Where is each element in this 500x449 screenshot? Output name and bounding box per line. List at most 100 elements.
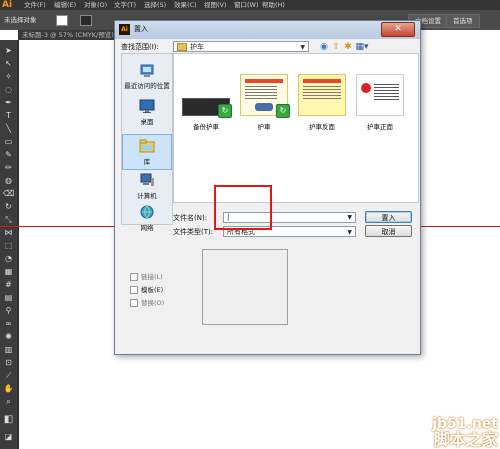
- menu-object[interactable]: 对象(O): [84, 0, 107, 10]
- places-bar: 最近访问的位置 桌面 库 计算机 网络: [121, 53, 173, 232]
- paintbrush-icon[interactable]: ✎: [3, 150, 14, 160]
- thumbnail-text: [303, 86, 341, 100]
- gradient-tool-icon[interactable]: ▤: [3, 293, 14, 303]
- thumbnail-header: [245, 79, 283, 83]
- zoom-tool-icon[interactable]: ⌕: [3, 397, 14, 407]
- file-name: 护車正面: [367, 123, 393, 131]
- close-button[interactable]: ✕: [381, 22, 415, 37]
- chevron-down-icon: ▼: [300, 44, 305, 51]
- hand-tool-icon[interactable]: ✋: [3, 384, 14, 394]
- place-label: 计算机: [137, 192, 157, 200]
- eraser-icon[interactable]: ⌫: [3, 189, 14, 199]
- color-mode-icon[interactable]: ◪: [3, 432, 14, 442]
- type-tool-icon[interactable]: T: [3, 111, 14, 121]
- menu-select[interactable]: 选择(S): [144, 0, 166, 10]
- place-libraries[interactable]: 库: [122, 134, 172, 170]
- illustrator-file-icon: ↻: [218, 104, 232, 118]
- up-folder-icon[interactable]: ⇧: [331, 42, 341, 52]
- symbol-sprayer-icon[interactable]: ✺: [3, 332, 14, 342]
- preview-pane: [202, 249, 288, 325]
- menu-view[interactable]: 视图(V): [204, 0, 227, 10]
- free-transform-icon[interactable]: ⬚: [3, 241, 14, 251]
- place-recent[interactable]: 最近访问的位置: [122, 62, 172, 90]
- site-watermark: jb51.net 脚本之家: [426, 399, 498, 448]
- direct-selection-tool-icon[interactable]: ↖: [3, 59, 14, 69]
- place-dialog: Ai 置入 ✕ 查找范围(I): 护车 ▼ ◉ ⇧ ✱ ▦▾ 最近访问的位置 桌…: [114, 20, 421, 355]
- width-tool-icon[interactable]: ⋈: [3, 228, 14, 238]
- artboard-tool-icon[interactable]: ⊡: [3, 358, 14, 368]
- pencil-icon[interactable]: ✏: [3, 163, 14, 173]
- lasso-icon[interactable]: ◌: [3, 85, 14, 95]
- file-item[interactable]: ↻ 护車: [236, 74, 292, 131]
- folder-icon: [177, 43, 187, 51]
- new-folder-icon[interactable]: ✱: [343, 42, 353, 52]
- menu-file[interactable]: 文件(F): [24, 0, 46, 10]
- filetype-label: 文件类型(T):: [173, 228, 214, 236]
- watermark-domain: jb51.net: [432, 416, 498, 432]
- preferences-button[interactable]: 首选项: [446, 14, 480, 28]
- dialog-titlebar[interactable]: Ai 置入 ✕: [115, 21, 420, 39]
- blend-tool-icon[interactable]: ∞: [3, 319, 14, 329]
- checkbox-box: [130, 286, 138, 294]
- slice-tool-icon[interactable]: ⟋: [3, 371, 14, 381]
- lookin-dropdown[interactable]: 护车 ▼: [173, 41, 309, 52]
- menu-window[interactable]: 窗口(W): [234, 0, 259, 10]
- place-label: 网络: [140, 224, 154, 232]
- dialog-title: 置入: [134, 25, 148, 33]
- libraries-icon: [139, 139, 155, 153]
- scale-tool-icon[interactable]: ⤡: [3, 215, 14, 225]
- file-item[interactable]: ↻ 备份护車: [178, 74, 234, 131]
- shape-builder-icon[interactable]: ◔: [3, 254, 14, 264]
- chevron-down-icon[interactable]: ▼: [347, 213, 352, 222]
- mesh-tool-icon[interactable]: #: [3, 280, 14, 290]
- place-desktop[interactable]: 桌面: [122, 98, 172, 126]
- place-label: 库: [143, 158, 151, 166]
- menu-type[interactable]: 文字(T): [114, 0, 136, 10]
- selection-tool-icon[interactable]: ➤: [3, 46, 14, 56]
- desktop-icon: [139, 99, 155, 113]
- menu-help[interactable]: 帮助(H): [262, 0, 285, 10]
- link-checkbox[interactable]: 链接(L): [130, 271, 163, 281]
- place-network[interactable]: 网络: [122, 204, 172, 232]
- file-thumbnail: [298, 74, 346, 116]
- illustrator-logo: Ai: [2, 0, 13, 10]
- network-icon: [140, 205, 154, 219]
- file-item[interactable]: 护車反面: [294, 74, 350, 131]
- file-thumbnail: ↻: [240, 74, 290, 118]
- blob-brush-icon[interactable]: ◍: [3, 176, 14, 186]
- place-button[interactable]: 置入: [365, 211, 412, 223]
- back-arrow-icon[interactable]: ◉: [319, 42, 329, 52]
- menu-edit[interactable]: 编辑(E): [54, 0, 76, 10]
- illustrator-app-icon: Ai: [119, 24, 130, 35]
- line-tool-icon[interactable]: ╲: [3, 124, 14, 134]
- brand-logo: [361, 83, 371, 93]
- replace-checkbox[interactable]: 替换(O): [130, 297, 164, 307]
- file-list[interactable]: ↻ 备份护車 ↻ 护車 护車反面 护車正面: [173, 53, 419, 203]
- perspective-grid-icon[interactable]: ▦: [3, 267, 14, 277]
- lookin-value: 护车: [190, 43, 204, 51]
- file-name: 护車反面: [309, 123, 335, 131]
- checkbox-box: [130, 299, 138, 307]
- thumbnail-text: [374, 84, 399, 102]
- place-label: 最近访问的位置: [124, 82, 170, 90]
- pen-tool-icon[interactable]: ✒: [3, 98, 14, 108]
- checkbox-label: 链接(L): [141, 273, 163, 281]
- file-item[interactable]: 护車正面: [352, 74, 408, 131]
- menu-effect[interactable]: 效果(C): [174, 0, 197, 10]
- chevron-down-icon: ▼: [347, 229, 352, 236]
- rectangle-tool-icon[interactable]: ▭: [3, 137, 14, 147]
- file-thumbnail: [356, 74, 404, 116]
- place-computer[interactable]: 计算机: [122, 172, 172, 200]
- car-graphic: [255, 103, 273, 111]
- eyedropper-icon[interactable]: ⚲: [3, 306, 14, 316]
- place-label: 桌面: [140, 118, 154, 126]
- graph-tool-icon[interactable]: ▥: [3, 345, 14, 355]
- rotate-tool-icon[interactable]: ↻: [3, 202, 14, 212]
- fill-stroke-icon[interactable]: ◧: [3, 415, 14, 425]
- magic-wand-icon[interactable]: ✧: [3, 72, 14, 82]
- view-menu-icon[interactable]: ▦▾: [355, 42, 369, 52]
- template-checkbox[interactable]: 模板(E): [130, 284, 163, 294]
- stroke-swatch[interactable]: [80, 15, 92, 26]
- fill-swatch[interactable]: [56, 15, 68, 26]
- cancel-button[interactable]: 取消: [365, 225, 412, 237]
